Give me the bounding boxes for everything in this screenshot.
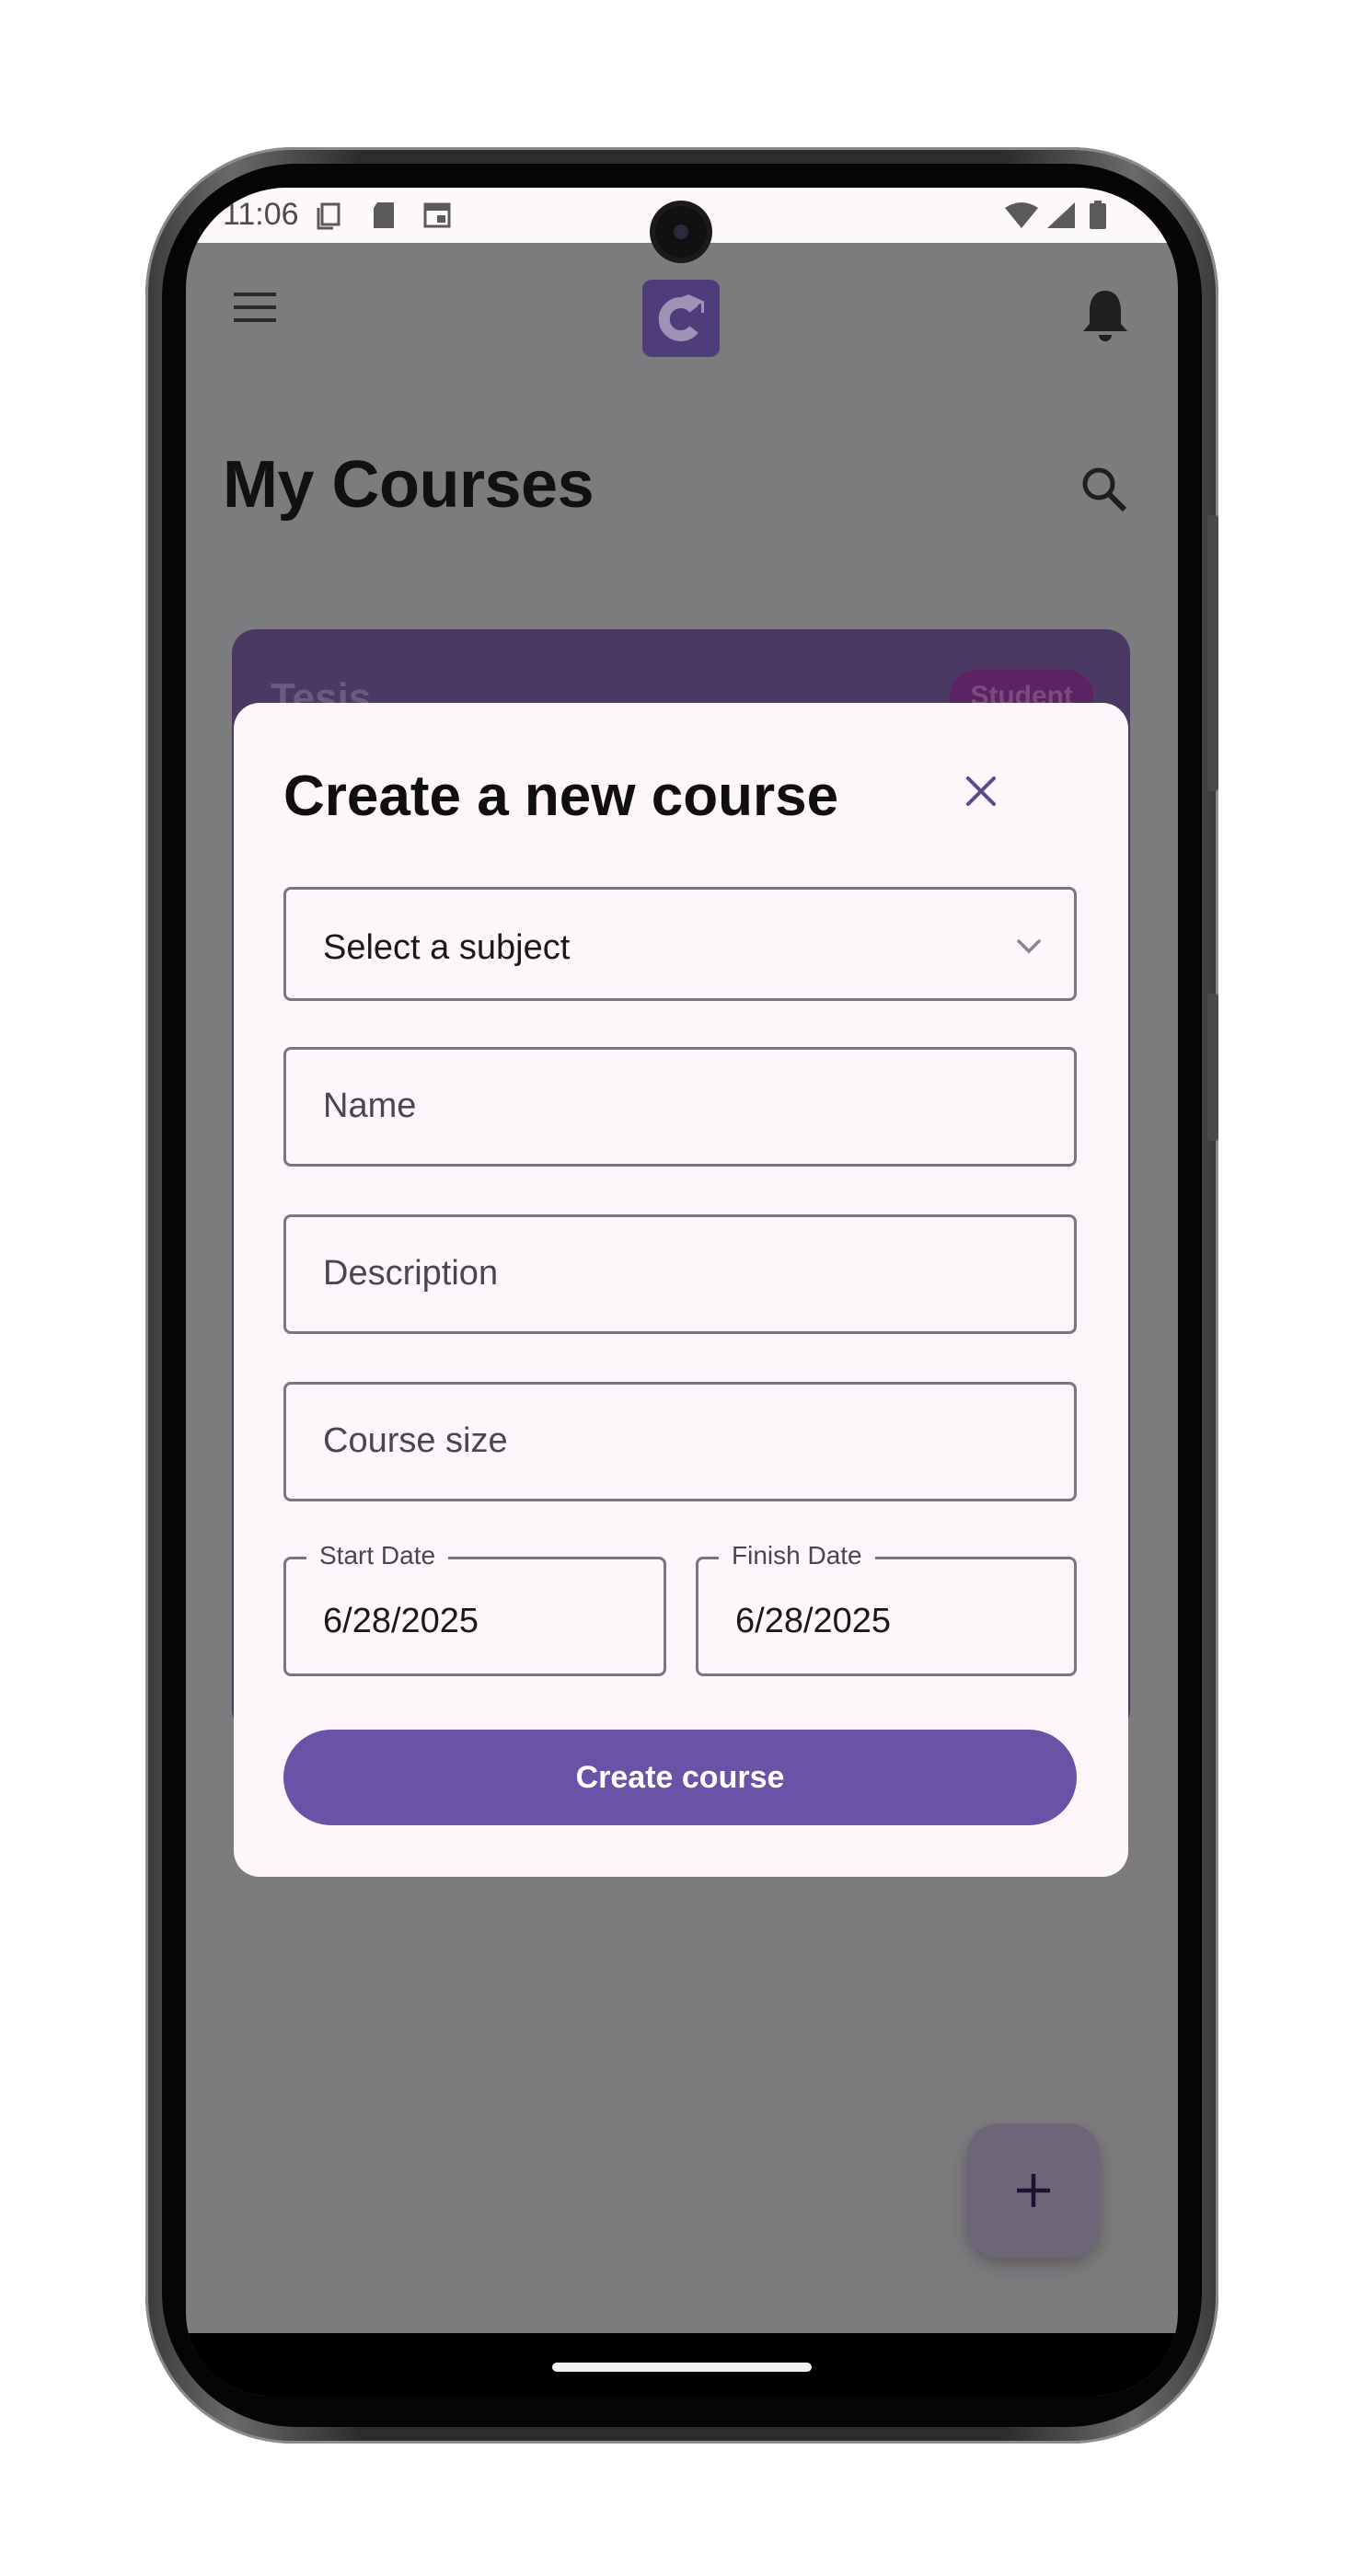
add-course-fab[interactable] — [966, 2123, 1101, 2258]
wifi-icon — [1005, 202, 1038, 228]
finish-date-value: 6/28/2025 — [735, 1602, 892, 1640]
app-logo — [642, 280, 720, 357]
start-date-value: 6/28/2025 — [323, 1602, 479, 1640]
name-placeholder: Name — [323, 1087, 417, 1125]
page-title: My Courses — [223, 448, 594, 522]
battery-icon — [1090, 201, 1106, 229]
subject-select-value: Select a subject — [323, 928, 571, 967]
finish-date-field[interactable]: Finish Date 6/28/2025 — [696, 1541, 1077, 1676]
create-course-dialog: Create a new course Select a subject Nam… — [234, 703, 1128, 1877]
search-icon[interactable] — [1079, 464, 1128, 513]
graduation-cap-icon — [658, 294, 705, 341]
bell-icon[interactable] — [1079, 287, 1132, 344]
menu-icon[interactable] — [232, 289, 278, 326]
dialog-title: Create a new course — [283, 765, 839, 828]
home-indicator[interactable] — [552, 2363, 812, 2372]
copy-icon — [317, 202, 340, 230]
description-field[interactable]: Description — [283, 1214, 1077, 1334]
chevron-down-icon — [1017, 939, 1041, 954]
description-placeholder: Description — [323, 1254, 499, 1293]
volume-button — [1207, 515, 1218, 791]
sd-card-icon — [374, 202, 394, 228]
front-camera — [655, 206, 707, 258]
signal-icon — [1047, 202, 1075, 228]
finish-date-label: Finish Date — [719, 1541, 875, 1570]
name-field[interactable]: Name — [283, 1047, 1077, 1167]
subject-select[interactable]: Select a subject — [283, 887, 1077, 1001]
status-time: 11:06 — [223, 197, 299, 232]
course-size-field[interactable]: Course size — [283, 1382, 1077, 1501]
phone-screen: 11:06 My Courses Tesis Student Create a … — [186, 188, 1178, 2396]
start-date-field[interactable]: Start Date 6/28/2025 — [283, 1541, 666, 1676]
power-button — [1207, 994, 1218, 1141]
create-course-button[interactable]: Create course — [283, 1730, 1077, 1825]
course-size-placeholder: Course size — [323, 1421, 508, 1460]
calendar-icon — [423, 202, 451, 228]
start-date-label: Start Date — [306, 1541, 449, 1570]
close-icon[interactable] — [961, 771, 1001, 811]
plus-icon — [1017, 2174, 1050, 2207]
